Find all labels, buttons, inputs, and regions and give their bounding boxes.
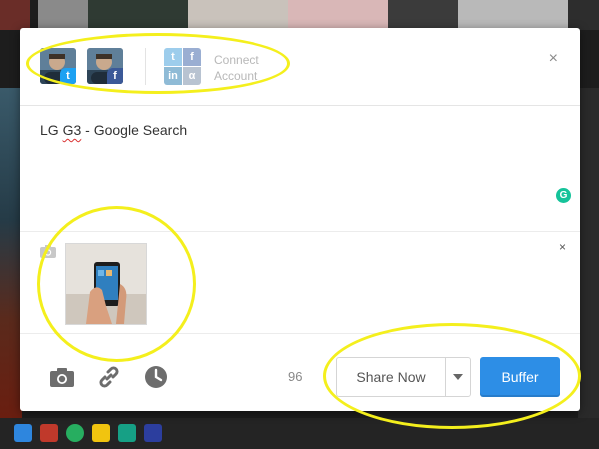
composer-text-prefix: LG bbox=[40, 122, 63, 138]
profile-header: t f t f in α Connect Account × bbox=[20, 28, 580, 106]
character-count: 96 bbox=[288, 369, 303, 384]
misspelled-word: G3 bbox=[62, 122, 82, 138]
connect-label-line2: Account bbox=[214, 69, 258, 83]
social-networks-icon: t f in α bbox=[164, 48, 201, 85]
linkedin-tile-icon: in bbox=[164, 67, 182, 85]
background-left-panel bbox=[0, 88, 22, 418]
twitter-profile-avatar[interactable]: t bbox=[40, 48, 76, 84]
connect-account-button[interactable]: t f in α Connect Account bbox=[164, 48, 324, 86]
camera-icon[interactable] bbox=[49, 364, 75, 390]
chevron-down-icon[interactable] bbox=[446, 358, 470, 396]
share-now-group: Share Now bbox=[336, 357, 471, 397]
composer-footer: 96 Share Now Buffer bbox=[20, 333, 580, 411]
close-icon[interactable]: × bbox=[549, 50, 558, 68]
connect-account-label: Connect Account bbox=[214, 52, 259, 84]
background-image-strip bbox=[0, 0, 599, 30]
app-tile-icon: α bbox=[183, 67, 201, 85]
remove-media-icon[interactable]: × bbox=[559, 240, 566, 254]
background-taskbar bbox=[0, 418, 599, 449]
share-now-button[interactable]: Share Now bbox=[337, 358, 445, 396]
twitter-icon: t bbox=[60, 68, 76, 84]
facebook-profile-avatar[interactable]: f bbox=[87, 48, 123, 84]
header-divider bbox=[145, 48, 146, 85]
buffer-button[interactable]: Buffer bbox=[480, 357, 560, 397]
attached-image-thumbnail[interactable] bbox=[65, 243, 147, 325]
media-attachment-area: × bbox=[20, 231, 580, 334]
twitter-tile-icon: t bbox=[164, 48, 182, 66]
clock-icon[interactable] bbox=[143, 364, 169, 390]
composer-text-suffix: - Google Search bbox=[81, 122, 188, 138]
connect-label-line1: Connect bbox=[214, 53, 259, 67]
camera-small-icon bbox=[40, 245, 56, 263]
link-icon[interactable] bbox=[96, 364, 122, 390]
buffer-compose-modal: t f t f in α Connect Account × LG G3 - G… bbox=[20, 28, 580, 411]
grammarly-icon[interactable]: G bbox=[556, 188, 571, 203]
composer-text[interactable]: LG G3 - Google Search bbox=[40, 122, 187, 138]
facebook-icon: f bbox=[107, 68, 123, 84]
facebook-tile-icon: f bbox=[183, 48, 201, 66]
background-right-panel bbox=[578, 88, 599, 418]
